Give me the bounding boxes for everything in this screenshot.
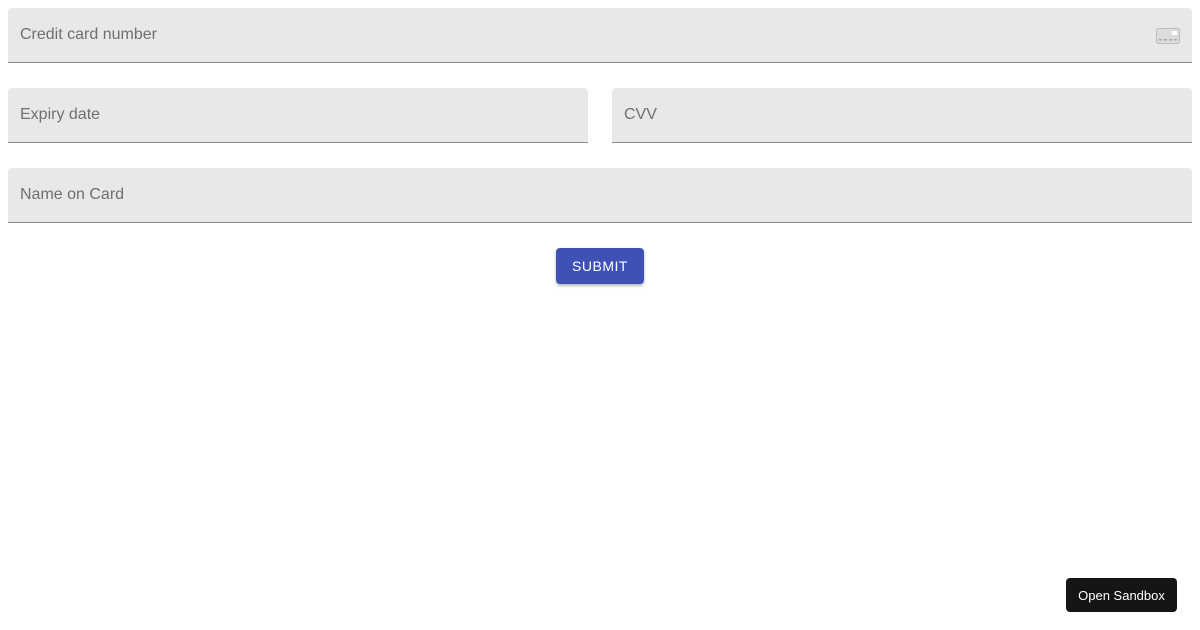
- cvv-field[interactable]: CVV: [612, 88, 1192, 143]
- cvv-placeholder: CVV: [624, 106, 657, 123]
- credit-card-number-field[interactable]: Credit card number: [8, 8, 1192, 63]
- credit-card-icon: [1156, 28, 1180, 44]
- expiry-date-field[interactable]: Expiry date: [8, 88, 588, 143]
- credit-card-number-placeholder: Credit card number: [20, 26, 157, 43]
- payment-form-page: Credit card number Expiry date CVV Name …: [0, 0, 1200, 630]
- name-on-card-field[interactable]: Name on Card: [8, 168, 1192, 223]
- submit-button[interactable]: SUBMIT: [556, 248, 644, 284]
- open-sandbox-button[interactable]: Open Sandbox: [1066, 578, 1177, 612]
- expiry-date-placeholder: Expiry date: [20, 106, 101, 123]
- name-on-card-placeholder: Name on Card: [20, 186, 125, 203]
